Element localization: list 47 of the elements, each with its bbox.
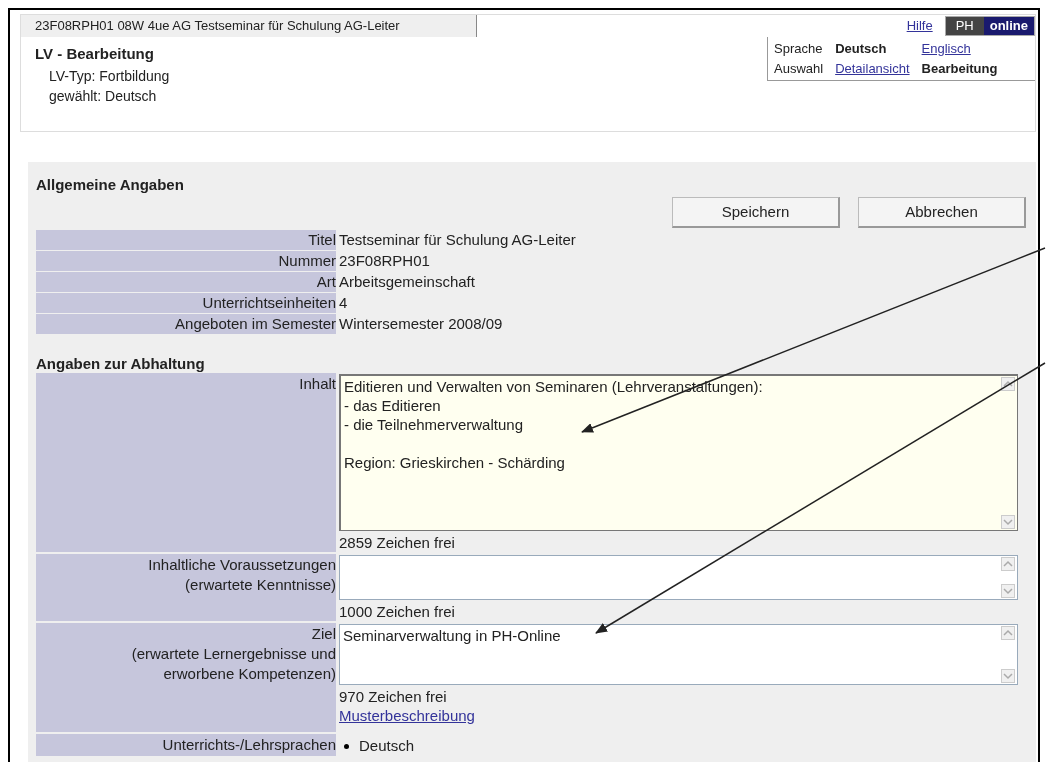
section-heading: Allgemeine Angaben [36, 175, 185, 194]
template-link[interactable]: Musterbeschreibung [339, 706, 1028, 732]
scrollbar[interactable] [999, 625, 1017, 684]
field-label: Nummer [36, 251, 336, 271]
field-value: 4 [338, 293, 348, 313]
field-value: 23F08RPH01 [338, 251, 430, 271]
save-button[interactable]: Speichern [672, 197, 840, 228]
character-counter: 970 Zeichen frei [339, 687, 448, 706]
field-label: Unterrichts-/Lehrsprachen [161, 735, 336, 755]
option-link[interactable]: Englisch [921, 39, 998, 59]
field-label: Art [36, 272, 336, 292]
record-tab[interactable]: 23F08RPH01 08W 4ue AG Testseminar für Schulung AG-Leiter [21, 15, 477, 37]
cancel-button[interactable]: Abbrechen [858, 197, 1026, 228]
text-area[interactable]: Seminarverwaltung in PH-Online [339, 624, 1018, 685]
scroll-down-icon[interactable] [1001, 669, 1015, 683]
field-label: Unterrichtseinheiten [36, 293, 336, 313]
scrollbar[interactable] [999, 376, 1017, 530]
selected-option: Deutsch [835, 39, 910, 59]
field-label: erworbene Kompetenzen) [162, 664, 336, 684]
field-label: Inhalt [298, 374, 336, 394]
bullet-icon [344, 743, 349, 749]
header-text: LV-Typ: Fortbildung [49, 66, 171, 86]
selector-label: Sprache [774, 40, 824, 58]
field-value: Testseminar für Schulung AG-Leiter [338, 230, 576, 250]
logo: PH online [944, 16, 1035, 36]
selected-option: Bearbeitung [921, 59, 998, 79]
field-label: Ziel [310, 624, 336, 644]
field-label: Angeboten im Semester [36, 314, 336, 334]
scroll-down-icon[interactable] [1001, 515, 1015, 529]
header-text: gewählt: Deutsch [49, 86, 158, 106]
scroll-down-icon[interactable] [1001, 584, 1015, 598]
field-value: Wintersemester 2008/09 [338, 314, 503, 334]
character-counter: 2859 Zeichen frei [339, 533, 456, 552]
list-item: Deutsch [359, 736, 415, 756]
field-label: Inhaltliche Voraussetzungen [147, 555, 336, 575]
field-value: Arbeitsgemeinschaft [338, 272, 475, 292]
help-link[interactable]: Hilfe [906, 16, 933, 36]
selector-label: Auswahl [774, 60, 824, 78]
scrollbar[interactable] [999, 556, 1017, 599]
character-counter: 1000 Zeichen frei [339, 602, 456, 621]
page-title: LV - Bearbeitung [35, 44, 155, 64]
text-area[interactable] [339, 555, 1018, 600]
field-label: (erwartete Kenntnisse) [184, 575, 336, 595]
field-label: Titel [36, 230, 336, 250]
section-heading: Angaben zur Abhaltung [36, 354, 206, 373]
option-link[interactable]: Detailansicht [835, 59, 910, 79]
field-label: (erwartete Lernergebnisse und [130, 644, 336, 664]
